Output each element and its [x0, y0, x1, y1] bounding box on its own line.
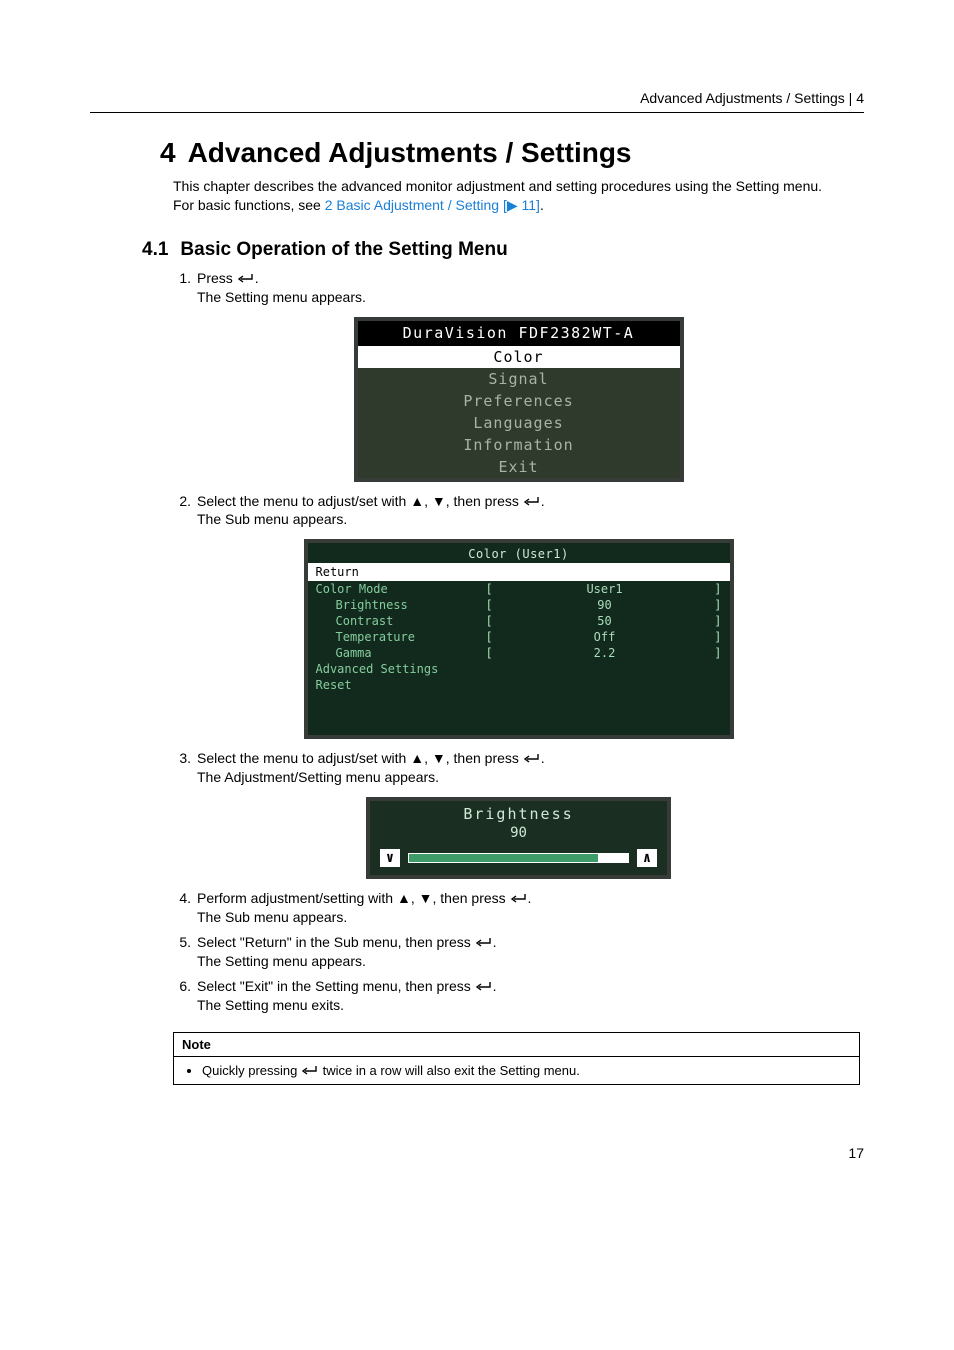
table-row: Brightness[90] [308, 597, 730, 613]
decrease-button: ∨ [380, 849, 400, 867]
osd-main-item: Preferences [358, 390, 680, 412]
table-row: Advanced Settings [308, 661, 730, 677]
osd-main-item: Information [358, 434, 680, 456]
osd-main-title: DuraVision FDF2382WT-A [358, 321, 680, 346]
subsection-number: 4.1 [142, 239, 168, 260]
page-number: 17 [90, 1145, 864, 1161]
note-box: Note Quickly pressing twice in a row wil… [173, 1032, 860, 1085]
running-header: Advanced Adjustments / Settings | 4 [90, 90, 864, 113]
enter-icon [510, 890, 528, 906]
osd-main-item-selected: Color [358, 346, 680, 368]
list-item: 6. Select "Exit" in the Setting menu, th… [173, 977, 864, 1015]
osd-adjustment-figure: Brightness 90 ∨ ∧ [173, 797, 864, 879]
enter-icon [237, 270, 255, 286]
note-heading: Note [174, 1033, 859, 1057]
list-item: 4. Perform adjustment/setting with ▲, ▼,… [173, 889, 864, 927]
table-row: Temperature[Off] [308, 629, 730, 645]
table-row: Contrast[50] [308, 613, 730, 629]
enter-icon [523, 493, 541, 509]
list-item: 3. Select the menu to adjust/set with ▲,… [173, 749, 864, 787]
basic-adjustment-link[interactable]: 2 Basic Adjustment / Setting [ [325, 197, 507, 213]
osd-adjustment-panel: Brightness 90 ∨ ∧ [366, 797, 671, 879]
osd-main-menu: DuraVision FDF2382WT-A Color Signal Pref… [354, 317, 684, 482]
basic-adjustment-xref[interactable]: ▶ 11] [507, 197, 540, 213]
osd-sub-title: Color (User1) [308, 543, 730, 563]
osd-sub-menu: Color (User1) Return Color Mode[User1] B… [304, 539, 734, 739]
page-title: 4 Advanced Adjustments / Settings [160, 137, 864, 169]
osd-sub-menu-figure: Color (User1) Return Color Mode[User1] B… [173, 539, 864, 739]
increase-button: ∧ [637, 849, 657, 867]
value-bar [408, 853, 629, 863]
intro-line-2: For basic functions, see 2 Basic Adjustm… [173, 196, 864, 215]
up-down-triangles: ▲, ▼ [410, 493, 446, 509]
osd-main-item: Languages [358, 412, 680, 434]
subsection-title: 4.1 Basic Operation of the Setting Menu [142, 239, 864, 261]
osd-main-menu-figure: DuraVision FDF2382WT-A Color Signal Pref… [173, 317, 864, 482]
table-row: Reset [308, 677, 730, 693]
osd-adjust-value: 90 [370, 825, 667, 845]
osd-main-item: Exit [358, 456, 680, 478]
procedure-list: 1. Press . The Setting menu appears. Dur… [173, 269, 864, 1015]
table-row: Gamma[2.2] [308, 645, 730, 661]
osd-adjust-title: Brightness [370, 801, 667, 825]
header-section-number: 4 [856, 90, 864, 106]
up-down-triangles: ▲, ▼ [397, 890, 433, 906]
section-number: 4 [160, 137, 176, 168]
value-thumb [598, 853, 628, 863]
note-item: Quickly pressing twice in a row will als… [202, 1063, 849, 1078]
table-row: Color Mode[User1] [308, 581, 730, 597]
intro-paragraph: This chapter describes the advanced moni… [173, 177, 864, 215]
list-item: 1. Press . The Setting menu appears. [173, 269, 864, 307]
osd-sub-return: Return [308, 563, 730, 581]
subsection-text: Basic Operation of the Setting Menu [180, 239, 507, 260]
header-section-title: Advanced Adjustments / Settings [640, 90, 845, 106]
enter-icon [523, 750, 541, 766]
osd-main-item: Signal [358, 368, 680, 390]
section-text: Advanced Adjustments / Settings [188, 137, 632, 168]
enter-icon [475, 978, 493, 994]
enter-icon [301, 1063, 319, 1078]
up-down-triangles: ▲, ▼ [410, 750, 446, 766]
osd-sub-table: Color Mode[User1] Brightness[90] Contras… [308, 581, 730, 693]
list-item: 2. Select the menu to adjust/set with ▲,… [173, 492, 864, 530]
intro-line-1: This chapter describes the advanced moni… [173, 177, 864, 196]
list-item: 5. Select "Return" in the Sub menu, then… [173, 933, 864, 971]
note-body: Quickly pressing twice in a row will als… [174, 1057, 859, 1084]
enter-icon [475, 934, 493, 950]
